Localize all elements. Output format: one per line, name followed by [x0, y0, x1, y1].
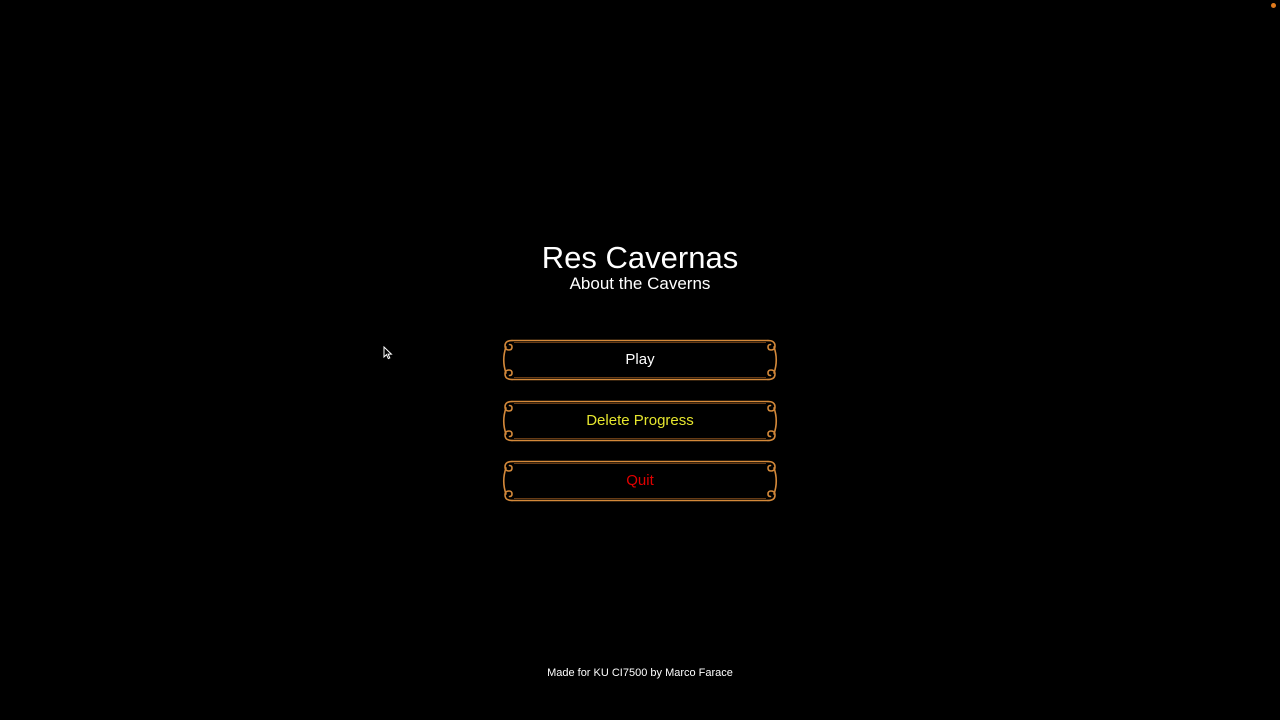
- main-menu-screen: Res Cavernas About the Caverns Play Dele…: [0, 0, 1280, 720]
- delete-progress-button[interactable]: Delete Progress: [500, 399, 780, 443]
- status-dot-icon: [1271, 3, 1276, 8]
- game-subtitle: About the Caverns: [569, 274, 711, 293]
- play-button-label: Play: [625, 351, 655, 368]
- game-title: Res Cavernas: [541, 240, 739, 275]
- play-button[interactable]: Play: [500, 338, 780, 382]
- credits-text: Made for KU CI7500 by Marco Farace: [547, 667, 733, 679]
- quit-button-label: Quit: [626, 472, 654, 489]
- mouse-pointer-icon: [383, 346, 393, 360]
- quit-button[interactable]: Quit: [500, 459, 780, 503]
- delete-progress-button-label: Delete Progress: [586, 412, 694, 429]
